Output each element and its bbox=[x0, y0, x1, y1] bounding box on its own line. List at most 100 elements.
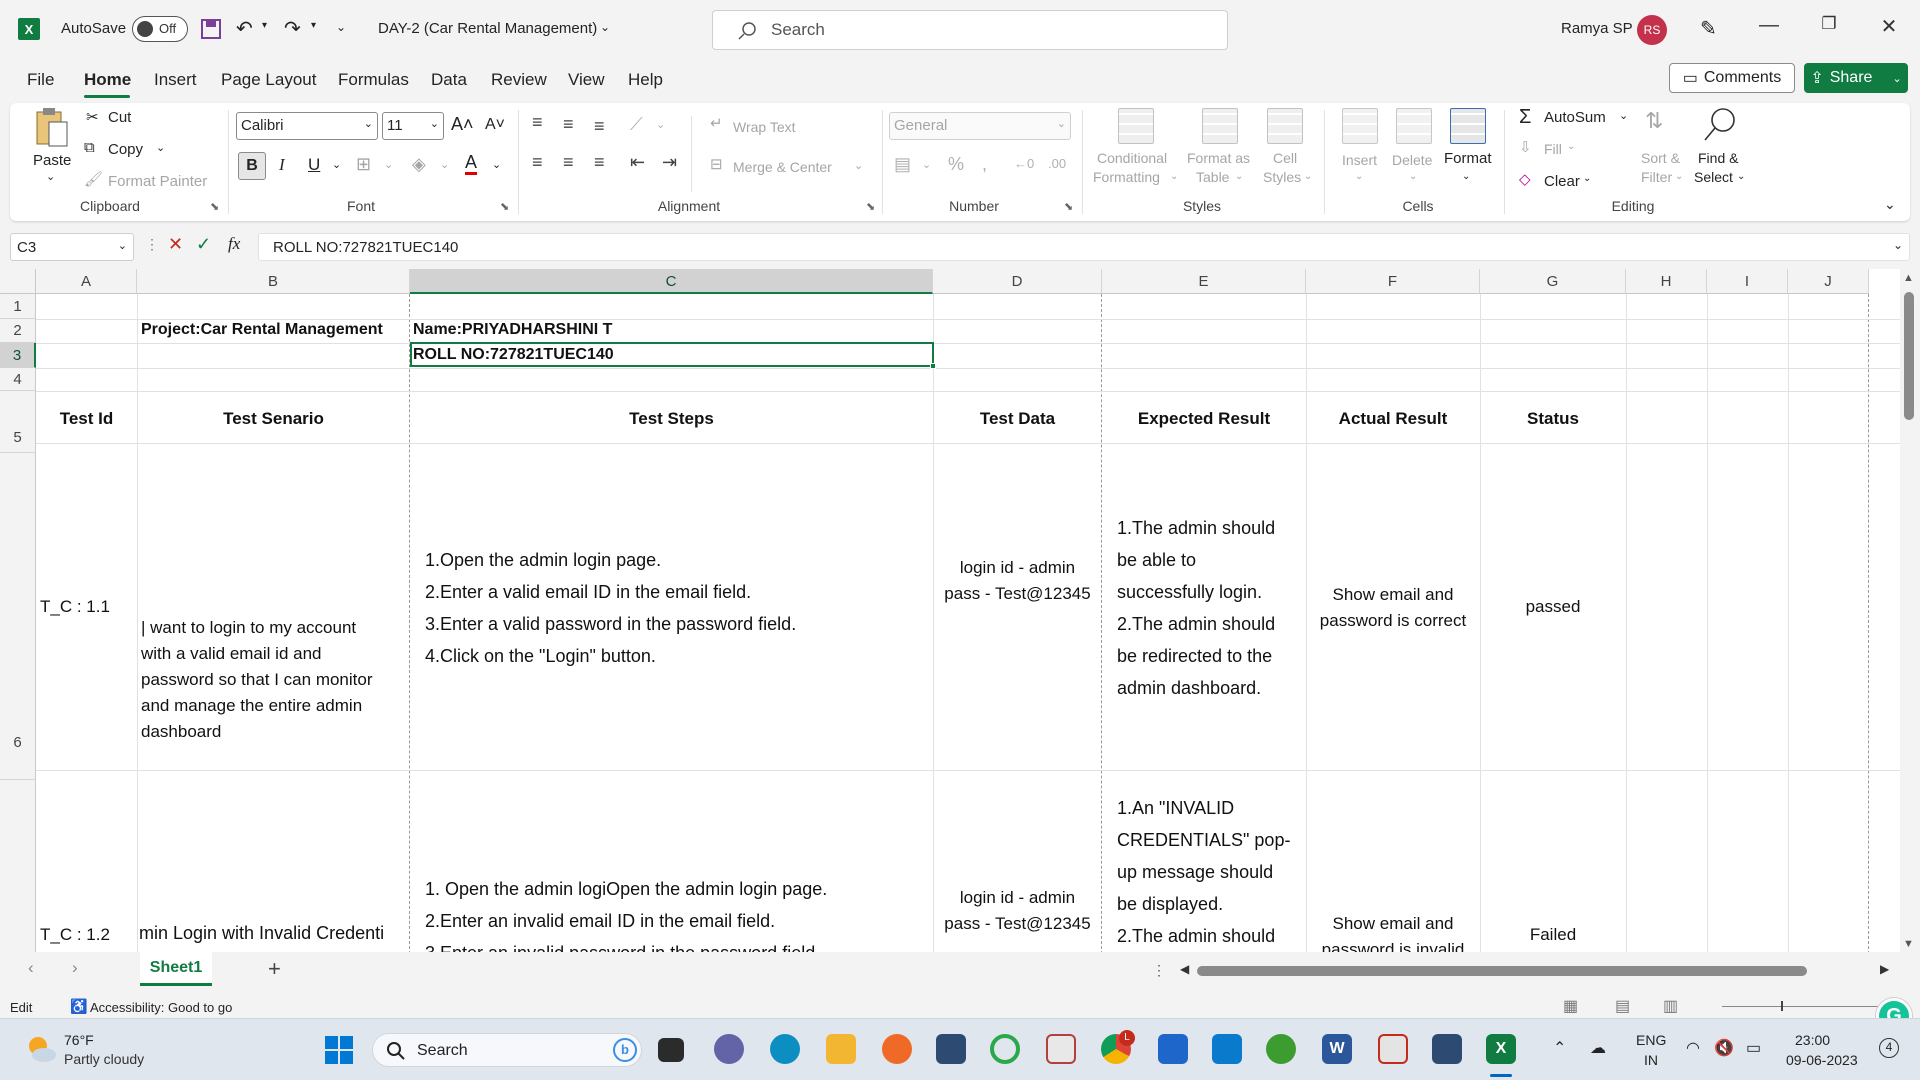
more-options-icon[interactable]: ⋮ bbox=[145, 236, 159, 253]
battery-icon[interactable]: ▭ bbox=[1746, 1038, 1761, 1058]
cell-e6-expected[interactable]: 1.The admin should be able to successfully… bbox=[1117, 512, 1275, 704]
cell-c2[interactable]: Name:PRIYADHARSHINI T bbox=[413, 321, 612, 339]
sort-filter-line1[interactable]: Sort & bbox=[1641, 150, 1680, 166]
delete-dropdown-icon[interactable]: ⌄ bbox=[1409, 171, 1417, 182]
column-header-b[interactable]: B bbox=[137, 269, 410, 294]
cell-a6-test-id[interactable]: T_C : 1.1 bbox=[40, 597, 110, 617]
cell-d7-test-data[interactable]: login id - admin pass - Test@12345 bbox=[933, 885, 1102, 937]
sort-filter-line2[interactable]: Filter bbox=[1641, 169, 1672, 185]
header-test-scenario[interactable]: Test Senario bbox=[137, 409, 410, 429]
fill-handle[interactable] bbox=[930, 363, 936, 369]
percent-icon[interactable]: % bbox=[948, 154, 964, 175]
reader-app-icon[interactable] bbox=[1046, 1034, 1076, 1064]
tab-page-layout[interactable]: Page Layout bbox=[221, 70, 316, 90]
speaker-muted-icon[interactable]: 🔇 bbox=[1714, 1038, 1734, 1058]
normal-view-icon[interactable]: ▦ bbox=[1563, 996, 1578, 1016]
cell-f6-actual[interactable]: Show email and password is correct bbox=[1306, 582, 1480, 634]
find-select-line2[interactable]: Select bbox=[1694, 169, 1733, 185]
fill-dropdown-icon[interactable]: ⌄ bbox=[1567, 141, 1575, 152]
row-header-3[interactable]: 3 bbox=[0, 343, 36, 368]
alignment-launcher-icon[interactable]: ⬊ bbox=[866, 200, 875, 213]
conditional-formatting-dropdown-icon[interactable]: ⌄ bbox=[1170, 171, 1178, 182]
column-header-e[interactable]: E bbox=[1102, 269, 1306, 294]
clear-dropdown-icon[interactable]: ⌄ bbox=[1583, 173, 1591, 184]
collapse-ribbon-icon[interactable]: ⌄ bbox=[1884, 196, 1896, 213]
sort-filter-dropdown-icon[interactable]: ⌄ bbox=[1675, 171, 1683, 182]
comma-style-icon[interactable]: , bbox=[982, 154, 987, 175]
column-header-f[interactable]: F bbox=[1306, 269, 1480, 294]
cell-c6-steps[interactable]: 1.Open the admin login page. 2.Enter a va… bbox=[425, 544, 796, 672]
add-sheet-button[interactable]: + bbox=[268, 956, 281, 982]
scroll-right-icon[interactable]: ▶ bbox=[1880, 962, 1889, 976]
scroll-left-icon[interactable]: ◀ bbox=[1180, 962, 1189, 976]
font-name-select[interactable]: Calibri ⌄ bbox=[236, 112, 378, 140]
scroll-down-icon[interactable]: ▼ bbox=[1903, 938, 1914, 950]
cell-d6-test-data[interactable]: login id - admin pass - Test@12345 bbox=[933, 555, 1102, 607]
name-box[interactable]: C3 ⌄ bbox=[10, 233, 134, 261]
sheet-tab-sheet1[interactable]: Sheet1 bbox=[140, 952, 212, 986]
designer-pen-icon[interactable]: ✎ bbox=[1700, 16, 1717, 41]
restore-icon[interactable]: ❐ bbox=[1814, 14, 1844, 34]
borders-dropdown-icon[interactable]: ⌄ bbox=[384, 158, 393, 171]
font-color-icon[interactable]: A bbox=[465, 152, 478, 175]
accounting-dropdown-icon[interactable]: ⌄ bbox=[922, 158, 931, 171]
file-explorer-icon[interactable] bbox=[826, 1034, 856, 1064]
decrease-indent-icon[interactable]: ⇤ bbox=[630, 152, 645, 173]
column-header-c[interactable]: C bbox=[410, 269, 933, 294]
merge-dropdown-icon[interactable]: ⌄ bbox=[854, 159, 863, 172]
show-hidden-icons[interactable]: ⌃ bbox=[1553, 1038, 1566, 1058]
paste-dropdown-icon[interactable]: ⌄ bbox=[46, 170, 55, 183]
undo-icon[interactable]: ↶ bbox=[236, 16, 253, 41]
column-header-j[interactable]: J bbox=[1788, 269, 1869, 294]
find-select-line1[interactable]: Find & bbox=[1698, 150, 1738, 166]
search-box[interactable]: Search bbox=[712, 10, 1228, 50]
formula-input[interactable]: ROLL NO:727821TUEC140 ⌄ bbox=[258, 233, 1910, 261]
paste-icon[interactable] bbox=[33, 106, 71, 150]
header-test-id[interactable]: Test Id bbox=[36, 409, 137, 429]
undo-dropdown-icon[interactable]: ▾ bbox=[262, 20, 267, 31]
merge-center-button[interactable]: Merge & Center bbox=[733, 159, 832, 175]
page-layout-view-icon[interactable]: ▤ bbox=[1615, 996, 1630, 1016]
column-header-d[interactable]: D bbox=[933, 269, 1102, 294]
borders-icon[interactable]: ⊞ bbox=[356, 154, 371, 175]
cell-g6-status[interactable]: passed bbox=[1480, 597, 1626, 617]
redo-dropdown-icon[interactable]: ▾ bbox=[311, 20, 316, 31]
clock-date[interactable]: 09-06-2023 bbox=[1786, 1052, 1858, 1068]
bold-button[interactable]: B bbox=[238, 152, 266, 180]
cell-b2[interactable]: Project:Car Rental Management bbox=[141, 321, 383, 339]
drawing-app-icon[interactable] bbox=[882, 1034, 912, 1064]
clear-button[interactable]: Clear bbox=[1544, 173, 1580, 190]
tab-home[interactable]: Home bbox=[84, 70, 131, 90]
vertical-scroll-thumb[interactable] bbox=[1904, 292, 1914, 420]
scroll-up-icon[interactable]: ▲ bbox=[1903, 272, 1914, 284]
accessibility-status[interactable]: Accessibility: Good to go bbox=[90, 1000, 232, 1015]
tab-split-handle-icon[interactable]: ⋮ bbox=[1152, 962, 1166, 979]
snipping-tool-icon[interactable] bbox=[1378, 1034, 1408, 1064]
redo-icon[interactable]: ↷ bbox=[284, 16, 301, 41]
fill-color-icon[interactable]: ◈ bbox=[412, 154, 426, 175]
customize-qat-icon[interactable]: ⌄ bbox=[336, 20, 346, 34]
autosave-toggle[interactable]: Off bbox=[132, 16, 188, 42]
enter-entry-icon[interactable]: ✓ bbox=[196, 234, 211, 255]
column-header-a[interactable]: A bbox=[36, 269, 137, 294]
save-icon[interactable] bbox=[200, 18, 222, 40]
row-header-4[interactable]: 4 bbox=[0, 368, 36, 391]
cut-button[interactable]: Cut bbox=[108, 109, 131, 126]
underline-dropdown-icon[interactable]: ⌄ bbox=[332, 158, 341, 171]
find-select-dropdown-icon[interactable]: ⌄ bbox=[1737, 171, 1745, 182]
conditional-formatting-line2[interactable]: Formatting bbox=[1093, 169, 1160, 185]
weather-temp[interactable]: 76°F bbox=[64, 1032, 94, 1048]
close-icon[interactable]: ✕ bbox=[1874, 14, 1904, 39]
header-test-data[interactable]: Test Data bbox=[933, 409, 1102, 429]
column-header-g[interactable]: G bbox=[1480, 269, 1626, 294]
language-region[interactable]: IN bbox=[1644, 1052, 1658, 1068]
orientation-dropdown-icon[interactable]: ⌄ bbox=[656, 118, 665, 131]
teams-icon[interactable] bbox=[714, 1034, 744, 1064]
format-as-table-line2[interactable]: Table bbox=[1196, 169, 1229, 185]
copy-dropdown-icon[interactable]: ⌄ bbox=[156, 141, 165, 154]
row-header-7[interactable] bbox=[0, 780, 36, 952]
horizontal-scroll-thumb[interactable] bbox=[1197, 966, 1807, 976]
fill-color-dropdown-icon[interactable]: ⌄ bbox=[440, 158, 449, 171]
share-button[interactable]: ⇪ Share ⌄ bbox=[1804, 63, 1908, 93]
notepad-icon[interactable] bbox=[1158, 1034, 1188, 1064]
